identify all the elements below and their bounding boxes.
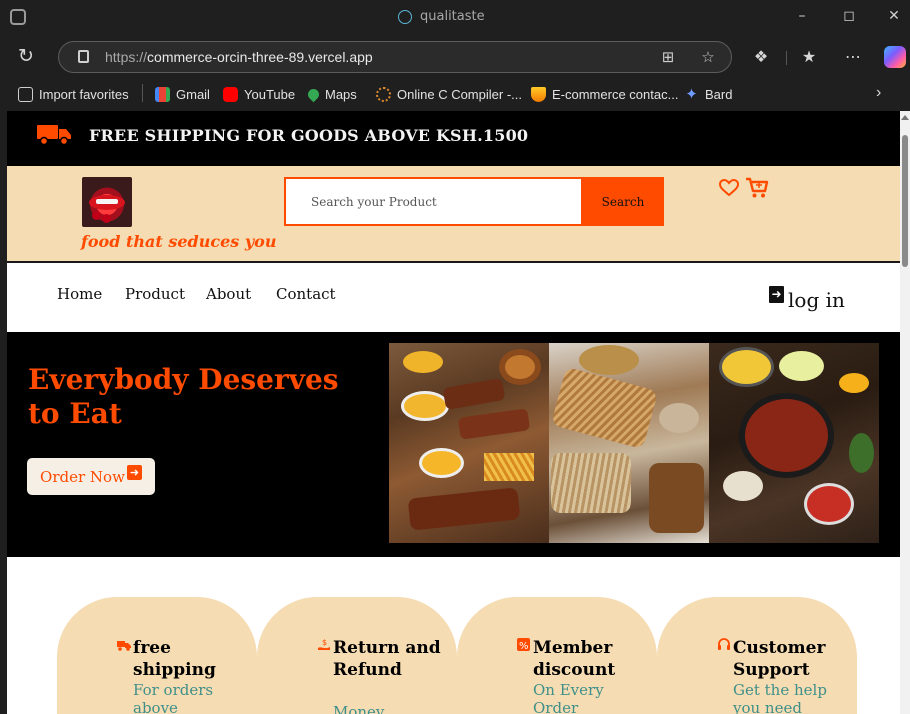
nav-contact[interactable]: Contact bbox=[276, 285, 336, 303]
browser-titlebar: qualitaste – ◻ ✕ bbox=[0, 0, 910, 36]
tab-title-text: qualitaste bbox=[420, 9, 485, 24]
favorite-label: Online C Compiler -... bbox=[397, 86, 522, 102]
app-available-icon[interactable]: ⊞ bbox=[659, 48, 677, 66]
shipping-banner: FREE SHIPPING FOR GOODS ABOVE KSH.1500 bbox=[7, 111, 900, 166]
favorite-label: E-commerce contac... bbox=[552, 86, 679, 102]
favorite-youtube[interactable]: YouTube bbox=[223, 85, 295, 103]
tab-title: qualitaste bbox=[398, 9, 485, 24]
nav-product[interactable]: Product bbox=[125, 285, 185, 303]
more-menu-icon[interactable]: ⋯ bbox=[842, 46, 864, 68]
feature-title: Member discount bbox=[533, 638, 616, 680]
feature-subtitle: On Every Order bbox=[533, 681, 604, 714]
reload-icon[interactable]: ↻ bbox=[18, 46, 38, 66]
firebase-icon bbox=[531, 86, 546, 102]
favorite-label: YouTube bbox=[244, 86, 296, 102]
food-image-ribs bbox=[389, 343, 549, 543]
order-now-label: Order Now bbox=[40, 467, 125, 486]
feature-card-refund: $ Return and Refund Money bbox=[257, 597, 457, 714]
svg-text:$: $ bbox=[322, 638, 327, 647]
favorite-star-icon[interactable]: ☆ bbox=[699, 48, 717, 66]
food-image-noodles bbox=[549, 343, 709, 543]
web-page: FREE SHIPPING FOR GOODS ABOVE KSH.1500 f… bbox=[7, 111, 900, 714]
favorite-gmail[interactable]: Gmail bbox=[155, 85, 210, 103]
site-header: food that seduces you Search bbox=[7, 166, 900, 263]
minimize-icon[interactable]: – bbox=[792, 6, 812, 26]
hero-banner: Everybody Deserves to Eat Order Now ➜ bbox=[7, 332, 900, 557]
percent-icon: % bbox=[517, 638, 530, 652]
favorite-bard[interactable]: ✦ Bard bbox=[684, 85, 732, 103]
login-icon: ➜ bbox=[769, 286, 784, 303]
react-icon bbox=[398, 9, 412, 24]
feature-subtitle: Money bbox=[333, 703, 385, 714]
url-protocol: https:// bbox=[105, 49, 148, 65]
hero-headline: Everybody Deserves to Eat bbox=[28, 363, 339, 430]
feature-title: Return and Refund bbox=[333, 638, 441, 680]
food-image-stew bbox=[709, 343, 879, 543]
arrow-right-icon: ➜ bbox=[126, 465, 142, 480]
favorite-label: Gmail bbox=[176, 86, 210, 102]
features-section: free shipping For orders above $ Return … bbox=[7, 557, 900, 714]
page-scrollbar[interactable] bbox=[900, 111, 910, 714]
favorites-divider bbox=[142, 84, 143, 102]
copilot-icon[interactable] bbox=[884, 46, 906, 68]
brand-logo[interactable] bbox=[82, 177, 132, 227]
gmail-icon bbox=[155, 86, 170, 102]
maximize-icon[interactable]: ◻ bbox=[839, 6, 859, 26]
favorite-ecommerce[interactable]: E-commerce contac... bbox=[531, 85, 678, 103]
feature-subtitle: Get the help you need bbox=[733, 681, 827, 714]
import-icon bbox=[18, 86, 33, 102]
headset-icon bbox=[718, 638, 730, 650]
svg-text:%: % bbox=[519, 641, 529, 652]
compiler-icon bbox=[376, 86, 391, 102]
favorites-list-icon[interactable]: ★ bbox=[798, 46, 820, 68]
scrollbar-thumb[interactable] bbox=[902, 135, 908, 267]
favorite-label: Maps bbox=[325, 86, 357, 102]
favorites-bar: Import favorites Gmail YouTube Maps Onli… bbox=[0, 78, 910, 110]
feature-card-support: Customer Support Get the help you need bbox=[657, 597, 857, 714]
feature-subtitle: For orders above bbox=[133, 681, 214, 714]
login-link[interactable]: ➜ log in bbox=[769, 285, 845, 312]
youtube-icon bbox=[223, 86, 238, 102]
close-icon[interactable]: ✕ bbox=[884, 6, 904, 26]
favorite-label: Import favorites bbox=[39, 86, 129, 102]
favorite-maps[interactable]: Maps bbox=[305, 85, 357, 103]
nav-home[interactable]: Home bbox=[57, 285, 102, 303]
maps-icon bbox=[305, 86, 322, 102]
refund-icon: $ bbox=[318, 638, 330, 650]
extensions-icon[interactable]: ❖ bbox=[750, 46, 772, 68]
scroll-up-icon[interactable] bbox=[901, 115, 909, 120]
toolbar-divider bbox=[786, 51, 787, 65]
url-host: commerce-orcin-three-89.vercel.app bbox=[147, 49, 373, 65]
url-text[interactable]: https://commerce-orcin-three-89.vercel.a… bbox=[105, 49, 373, 65]
feature-card-discount: % Member discount On Every Order bbox=[457, 597, 657, 714]
favorite-label: Bard bbox=[705, 86, 733, 102]
shipping-banner-text: FREE SHIPPING FOR GOODS ABOVE KSH.1500 bbox=[89, 126, 529, 145]
order-now-button[interactable]: Order Now ➜ bbox=[27, 458, 155, 495]
search-field[interactable] bbox=[284, 177, 583, 226]
feature-title: Customer Support bbox=[733, 638, 826, 680]
favorite-compiler[interactable]: Online C Compiler -... bbox=[376, 85, 522, 103]
feature-title: free shipping bbox=[133, 638, 216, 680]
lock-icon[interactable] bbox=[78, 50, 89, 63]
main-nav: Home Product About Contact ➜ log in bbox=[7, 263, 900, 332]
address-row: ↻ https://commerce-orcin-three-89.vercel… bbox=[0, 36, 910, 78]
cart-icon[interactable] bbox=[745, 177, 769, 199]
brand-tagline: food that seduces you bbox=[81, 232, 277, 251]
favorite-import[interactable]: Import favorites bbox=[18, 85, 129, 103]
nav-about[interactable]: About bbox=[206, 285, 251, 303]
favorites-overflow-icon[interactable]: › bbox=[876, 84, 881, 102]
wishlist-heart-icon[interactable] bbox=[719, 179, 739, 197]
login-label: log in bbox=[788, 288, 845, 312]
truck-icon bbox=[37, 125, 71, 145]
bard-icon: ✦ bbox=[685, 85, 698, 103]
truck-icon bbox=[117, 641, 131, 651]
search-input[interactable] bbox=[286, 179, 581, 224]
workspaces-icon[interactable] bbox=[10, 9, 26, 25]
search-button[interactable]: Search bbox=[582, 177, 664, 226]
feature-card-shipping: free shipping For orders above bbox=[57, 597, 257, 714]
address-bar[interactable]: https://commerce-orcin-three-89.vercel.a… bbox=[58, 41, 732, 73]
